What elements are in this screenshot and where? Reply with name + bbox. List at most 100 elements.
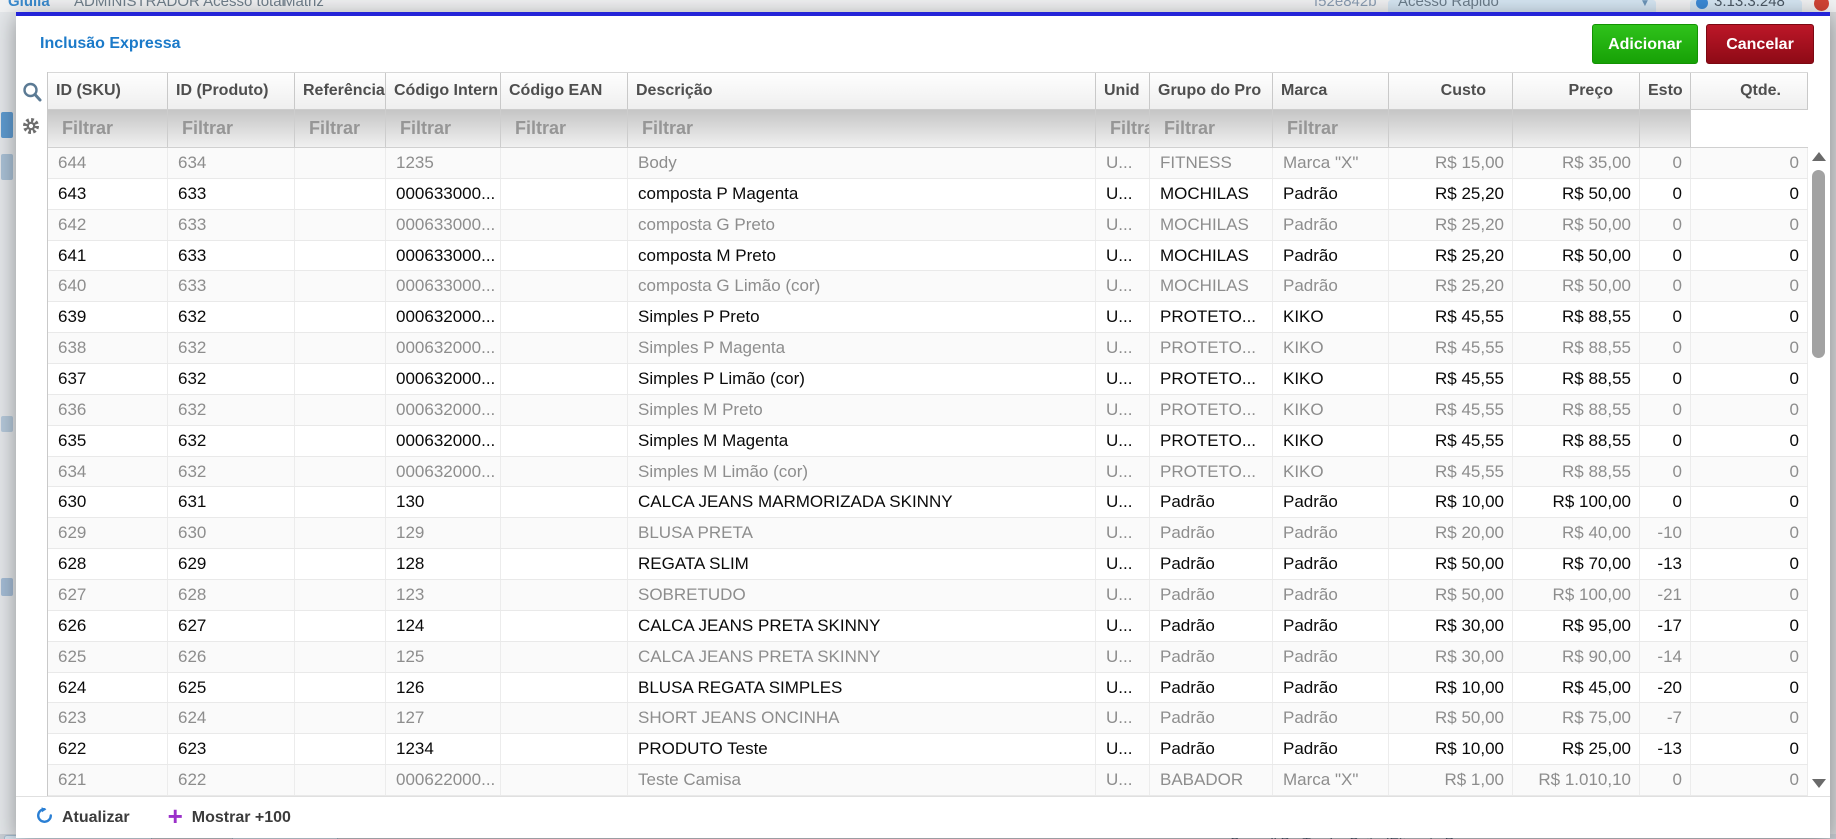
cell-id-produto: 633 bbox=[168, 240, 295, 271]
cell-qtde: 0 bbox=[1691, 765, 1808, 796]
table-row[interactable]: 637 632 000632000... Simples P Limão (cor) U… bbox=[48, 364, 1808, 395]
table-row[interactable]: 640 633 000633000... composta G Limão (cor)… bbox=[48, 271, 1808, 303]
cell-descri-o: REGATA SLIM bbox=[628, 549, 1096, 580]
table-row[interactable]: 639 632 000632000... Simples P Preto U... PRO… bbox=[48, 302, 1808, 334]
cell-c-digo-ean bbox=[501, 240, 628, 271]
column-header-id-produto[interactable]: ID (Produto) bbox=[168, 73, 295, 109]
cell-c-digo-intern: 000633000... bbox=[386, 178, 501, 209]
column-header-custo[interactable]: Custo bbox=[1389, 73, 1513, 109]
table-row[interactable]: 621 622 000622000... Teste Camisa U... BABADO… bbox=[48, 765, 1808, 797]
cell-esto: -13 bbox=[1640, 734, 1691, 765]
table-row[interactable]: 641 633 000633000... composta M Preto U... MO… bbox=[48, 240, 1808, 272]
table-row[interactable]: 629 630 129 BLUSA PRETA U... Padrão Padrão R$ 2… bbox=[48, 518, 1808, 550]
cell-custo: R$ 45,55 bbox=[1389, 364, 1513, 394]
cell-esto: 0 bbox=[1640, 765, 1691, 796]
cell-unid: U... bbox=[1096, 364, 1150, 394]
quick-access-fragment: Acesso Rápido bbox=[1398, 0, 1499, 10]
cell-descri-o: CALCA JEANS MARMORIZADA SKINNY bbox=[628, 487, 1096, 518]
filter-input-grupo-do-pro[interactable] bbox=[1150, 110, 1272, 147]
filter-input-id-sku[interactable] bbox=[48, 110, 167, 147]
cell-refer-ncia bbox=[295, 672, 386, 703]
table-row[interactable]: 627 628 123 SOBRETUDO U... Padrão Padrão R$ 50,… bbox=[48, 580, 1808, 611]
add-button[interactable]: Adicionar bbox=[1592, 24, 1698, 64]
column-header-qtde[interactable]: Qtde. bbox=[1691, 73, 1808, 109]
cell-unid: U... bbox=[1096, 178, 1150, 209]
table-row[interactable]: 628 629 128 REGATA SLIM U... Padrão Padrão R$ 5… bbox=[48, 549, 1808, 581]
cell-grupo-do-pro: Padrão bbox=[1150, 518, 1273, 549]
cell-esto: -14 bbox=[1640, 641, 1691, 672]
column-header-esto[interactable]: Esto bbox=[1640, 73, 1691, 109]
cell-marca: KIKO bbox=[1273, 394, 1389, 425]
cell-unid: U... bbox=[1096, 487, 1150, 518]
refresh-label: Atualizar bbox=[62, 808, 130, 826]
filter-input-c-digo-ean[interactable] bbox=[501, 110, 627, 147]
cell-refer-ncia bbox=[295, 425, 386, 456]
column-header-grupo-do-pro[interactable]: Grupo do Pro bbox=[1150, 73, 1273, 109]
column-header-pre-o[interactable]: Preço bbox=[1513, 73, 1640, 109]
table-row[interactable]: 634 632 000632000... Simples M Limão (cor) U… bbox=[48, 456, 1808, 488]
cell-c-digo-ean bbox=[501, 703, 628, 734]
cell-esto: 0 bbox=[1640, 271, 1691, 302]
table-row[interactable]: 624 625 126 BLUSA REGATA SIMPLES U... Padrão P… bbox=[48, 672, 1808, 704]
table-row[interactable]: 630 631 130 CALCA JEANS MARMORIZADA SKINNY U… bbox=[48, 487, 1808, 519]
column-header-marca[interactable]: Marca bbox=[1273, 73, 1389, 109]
cell-unid: U... bbox=[1096, 549, 1150, 580]
column-header-refer-ncia[interactable]: Referência bbox=[295, 73, 386, 109]
table-row[interactable]: 622 623 1234 PRODUTO Teste U... Padrão Padrão R… bbox=[48, 734, 1808, 766]
filter-input-unid[interactable] bbox=[1096, 110, 1149, 147]
cell-esto: 0 bbox=[1640, 425, 1691, 456]
refresh-icon bbox=[36, 806, 53, 829]
cell-refer-ncia bbox=[295, 209, 386, 240]
cell-qtde: 0 bbox=[1691, 672, 1808, 703]
table-row[interactable]: 635 632 000632000... Simples M Magenta U... P… bbox=[48, 425, 1808, 457]
cell-qtde: 0 bbox=[1691, 703, 1808, 734]
gear-icon[interactable] bbox=[21, 116, 43, 140]
filter-input-marca[interactable] bbox=[1273, 110, 1388, 147]
cell-id-sku: 638 bbox=[48, 333, 168, 364]
scroll-up-icon[interactable] bbox=[1812, 152, 1826, 161]
cell-marca: Marca "X" bbox=[1273, 765, 1389, 796]
cell-c-digo-ean bbox=[501, 765, 628, 796]
filter-cell-esto bbox=[1640, 110, 1691, 147]
cell-id-produto: 631 bbox=[168, 487, 295, 518]
cell-id-produto: 628 bbox=[168, 580, 295, 610]
column-header-id-sku[interactable]: ID (SKU) bbox=[48, 73, 168, 109]
cell-esto: 0 bbox=[1640, 209, 1691, 240]
scroll-down-icon[interactable] bbox=[1812, 779, 1826, 788]
column-header-unid[interactable]: Unid bbox=[1096, 73, 1150, 109]
cell-c-digo-ean bbox=[501, 580, 628, 610]
cell-descri-o: composta G Preto bbox=[628, 209, 1096, 240]
filter-input-descri-o[interactable] bbox=[628, 110, 1095, 147]
cell-esto: -21 bbox=[1640, 580, 1691, 610]
cell-grupo-do-pro: Padrão bbox=[1150, 641, 1273, 672]
refresh-button[interactable]: Atualizar bbox=[36, 806, 130, 829]
filter-input-refer-ncia[interactable] bbox=[295, 110, 385, 147]
cell-pre-o: R$ 70,00 bbox=[1513, 549, 1640, 580]
table-row[interactable]: 623 624 127 SHORT JEANS ONCINHA U... Padrão Pa… bbox=[48, 703, 1808, 735]
search-icon[interactable] bbox=[21, 81, 43, 105]
cell-c-digo-ean bbox=[501, 333, 628, 364]
scrollbar-thumb[interactable] bbox=[1812, 170, 1825, 358]
show-more-button[interactable]: + Mostrar +100 bbox=[168, 803, 291, 829]
table-row[interactable]: 642 633 000633000... composta G Preto U... MO… bbox=[48, 209, 1808, 241]
table-row[interactable]: 643 633 000633000... composta P Magenta U...… bbox=[48, 178, 1808, 210]
cancel-button[interactable]: Cancelar bbox=[1706, 24, 1814, 64]
cell-c-digo-ean bbox=[501, 672, 628, 703]
column-header-c-digo-ean[interactable]: Código EAN bbox=[501, 73, 628, 109]
table-row[interactable]: 644 634 1235 Body U... FITNESS Marca "X" R$ 15,… bbox=[48, 148, 1808, 179]
filter-input-id-produto[interactable] bbox=[168, 110, 294, 147]
table-row[interactable]: 626 627 124 CALCA JEANS PRETA SKINNY U... Pad… bbox=[48, 610, 1808, 642]
cell-qtde: 0 bbox=[1691, 518, 1808, 549]
table-row[interactable]: 636 632 000632000... Simples M Preto U... PRO… bbox=[48, 394, 1808, 426]
table-row[interactable]: 625 626 125 CALCA JEANS PRETA SKINNY U... Pad… bbox=[48, 641, 1808, 673]
cell-refer-ncia bbox=[295, 580, 386, 610]
cell-c-digo-intern: 000633000... bbox=[386, 271, 501, 302]
table-row[interactable]: 638 632 000632000... Simples P Magenta U... P… bbox=[48, 333, 1808, 365]
column-header-descri-o[interactable]: Descrição bbox=[628, 73, 1096, 109]
column-header-c-digo-intern[interactable]: Código Intern bbox=[386, 73, 501, 109]
grid-tools-gutter bbox=[16, 72, 48, 796]
filter-input-c-digo-intern[interactable] bbox=[386, 110, 500, 147]
cell-grupo-do-pro: MOCHILAS bbox=[1150, 209, 1273, 240]
cell-id-produto: 629 bbox=[168, 549, 295, 580]
cell-pre-o: R$ 88,55 bbox=[1513, 364, 1640, 394]
